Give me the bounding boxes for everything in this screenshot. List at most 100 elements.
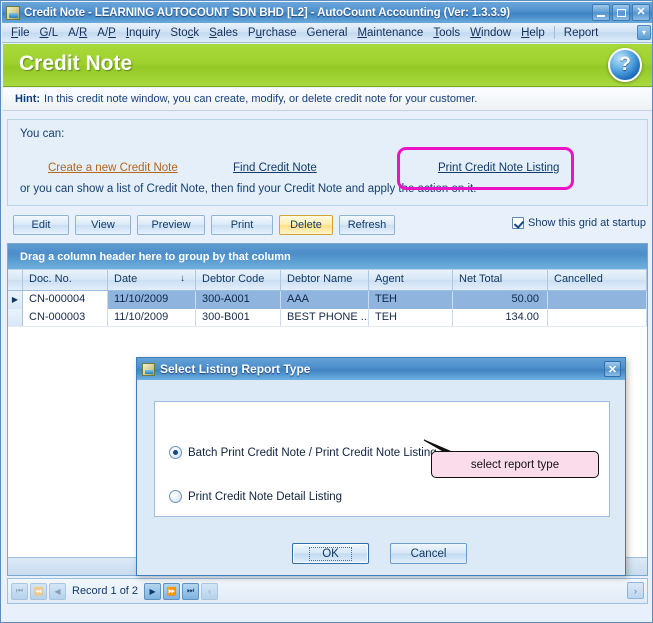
window-titlebar: Credit Note - LEARNING AUTOCOUNT SDN BHD… (2, 2, 652, 23)
radio-batch-print-label: Batch Print Credit Note / Print Credit N… (188, 446, 437, 459)
cell-net-total[interactable]: 50.00 (453, 291, 548, 309)
group-by-drop-area[interactable]: Drag a column header here to group by th… (8, 244, 647, 270)
record-navigator: ⏮ ⏪ ◀ Record 1 of 2 ▶ ⏩ ⏭ ‹ › (7, 578, 648, 604)
maximize-button[interactable] (612, 4, 630, 21)
ok-button-label: OK (309, 546, 352, 561)
record-position-label: Record 1 of 2 (72, 585, 139, 597)
cell-debtor-name[interactable]: AAA (281, 291, 369, 309)
application-window: Credit Note - LEARNING AUTOCOUNT SDN BHD… (0, 0, 653, 623)
show-grid-at-startup-checkbox[interactable]: Show this grid at startup (511, 217, 646, 229)
minimize-button[interactable] (592, 4, 610, 21)
cell-agent[interactable]: TEH (369, 291, 453, 309)
column-header-net-total[interactable]: Net Total (453, 270, 548, 290)
view-button[interactable]: View (75, 215, 131, 235)
menu-item-report[interactable]: Report (559, 25, 604, 41)
menu-item-inquiry[interactable]: Inquiry (121, 25, 166, 41)
link-find-credit-note[interactable]: Find Credit Note (233, 162, 317, 174)
hint-bar: Hint: In this credit note window, you ca… (3, 88, 652, 111)
column-header-date-label: Date (114, 273, 138, 285)
ok-button[interactable]: OK (292, 543, 369, 564)
table-row[interactable]: CN-000003 11/10/2009 300-B001 BEST PHONE… (8, 309, 647, 327)
edit-button[interactable]: Edit (13, 215, 69, 235)
menu-item-sales[interactable]: Sales (204, 25, 243, 41)
radio-print-detail-label: Print Credit Note Detail Listing (188, 490, 343, 503)
cell-agent[interactable]: TEH (369, 309, 453, 326)
sort-descending-icon: ↓ (180, 273, 185, 284)
menu-item-stock[interactable]: Stock (165, 25, 204, 41)
command-toolbar: Edit View Preview Print Delete Refresh S… (7, 215, 648, 241)
radio-unselected-icon (169, 490, 182, 503)
window-controls: ✕ (592, 4, 650, 21)
menu-item-general[interactable]: General (302, 25, 353, 41)
column-header-debtor-name[interactable]: Debtor Name (281, 270, 369, 290)
cell-date[interactable]: 11/10/2009 (108, 309, 196, 326)
menu-item-tools[interactable]: Tools (428, 25, 465, 41)
hint-label: Hint: (15, 93, 41, 105)
menu-item-gl[interactable]: G/L (35, 25, 64, 41)
menu-separator (553, 26, 555, 39)
chevron-down-icon[interactable]: ▾ (637, 25, 651, 40)
column-header-doc-no[interactable]: Doc. No. (23, 270, 108, 290)
preview-button[interactable]: Preview (137, 215, 205, 235)
cancel-button[interactable]: Cancel (390, 543, 467, 564)
menu-bar: File G/L A/R A/P Inquiry Stock Sales Pur… (2, 23, 652, 43)
menu-item-window[interactable]: Window (465, 25, 516, 41)
dialog-close-button[interactable]: ✕ (604, 361, 621, 377)
scroll-right-button[interactable]: › (627, 582, 644, 599)
link-create-new-credit-note[interactable]: Create a new Credit Note (48, 162, 178, 174)
navigator-extra-button[interactable]: ‹ (201, 582, 219, 600)
grid-header-row: Doc. No. Date ↓ Debtor Code Debtor Name … (8, 270, 647, 291)
column-header-date[interactable]: Date ↓ (108, 270, 196, 290)
dialog-titlebar: Select Listing Report Type ✕ (137, 358, 625, 380)
actions-footer-text: or you can show a list of Credit Note, t… (20, 183, 477, 195)
page-banner: Credit Note ? (3, 44, 652, 87)
menu-item-file[interactable]: File (6, 25, 35, 41)
cell-debtor-name[interactable]: BEST PHONE ... (281, 309, 369, 326)
cell-net-total[interactable]: 134.00 (453, 309, 548, 326)
radio-selected-icon (169, 446, 182, 459)
radio-batch-print-credit-note[interactable]: Batch Print Credit Note / Print Credit N… (169, 446, 437, 459)
previous-page-button[interactable]: ⏪ (30, 582, 47, 600)
cell-doc-no[interactable]: CN-000004 (23, 291, 108, 309)
dialog-icon (142, 362, 155, 376)
cell-debtor-code[interactable]: 300-B001 (196, 309, 281, 326)
actions-panel: You can: Create a new Credit Note Find C… (7, 119, 648, 206)
previous-record-button[interactable]: ◀ (49, 582, 66, 600)
cell-debtor-code[interactable]: 300-A001 (196, 291, 281, 309)
menu-item-purchase[interactable]: Purchase (243, 25, 302, 41)
row-indicator-icon: ▶ (8, 291, 23, 309)
radio-print-detail-listing[interactable]: Print Credit Note Detail Listing (169, 490, 342, 503)
first-record-button[interactable]: ⏮ (11, 582, 28, 600)
row-indicator-icon (8, 309, 23, 326)
help-icon[interactable]: ? (608, 48, 642, 82)
callout-annotation: select report type (431, 451, 599, 478)
cell-date[interactable]: 11/10/2009 (108, 291, 196, 309)
cell-cancelled[interactable] (548, 291, 647, 309)
refresh-button[interactable]: Refresh (339, 215, 395, 235)
actions-heading: You can: (20, 128, 65, 140)
column-header-agent[interactable]: Agent (369, 270, 453, 290)
menu-item-help[interactable]: Help (516, 25, 550, 41)
grid-header-indicator (8, 270, 23, 290)
show-grid-at-startup-label: Show this grid at startup (527, 217, 646, 229)
delete-button[interactable]: Delete (279, 215, 333, 235)
menu-item-ap[interactable]: A/P (92, 25, 121, 41)
menu-item-maintenance[interactable]: Maintenance (352, 25, 428, 41)
page-title: Credit Note (19, 52, 133, 75)
link-print-credit-note-listing[interactable]: Print Credit Note Listing (438, 162, 559, 174)
menu-item-ar[interactable]: A/R (63, 25, 92, 41)
table-row[interactable]: ▶ CN-000004 11/10/2009 300-A001 AAA TEH … (8, 291, 647, 309)
column-header-cancelled[interactable]: Cancelled (548, 270, 647, 290)
column-header-debtor-code[interactable]: Debtor Code (196, 270, 281, 290)
dialog-title: Select Listing Report Type (160, 362, 311, 376)
application-icon (6, 5, 20, 20)
next-page-button[interactable]: ⏩ (163, 582, 181, 600)
next-record-button[interactable]: ▶ (144, 582, 162, 600)
window-title: Credit Note - LEARNING AUTOCOUNT SDN BHD… (24, 6, 510, 19)
last-record-button[interactable]: ⏭ (182, 582, 200, 600)
cell-cancelled[interactable] (548, 309, 647, 326)
print-button[interactable]: Print (211, 215, 273, 235)
checkbox-check-icon (511, 217, 524, 229)
cell-doc-no[interactable]: CN-000003 (23, 309, 108, 326)
close-button[interactable]: ✕ (632, 4, 650, 21)
